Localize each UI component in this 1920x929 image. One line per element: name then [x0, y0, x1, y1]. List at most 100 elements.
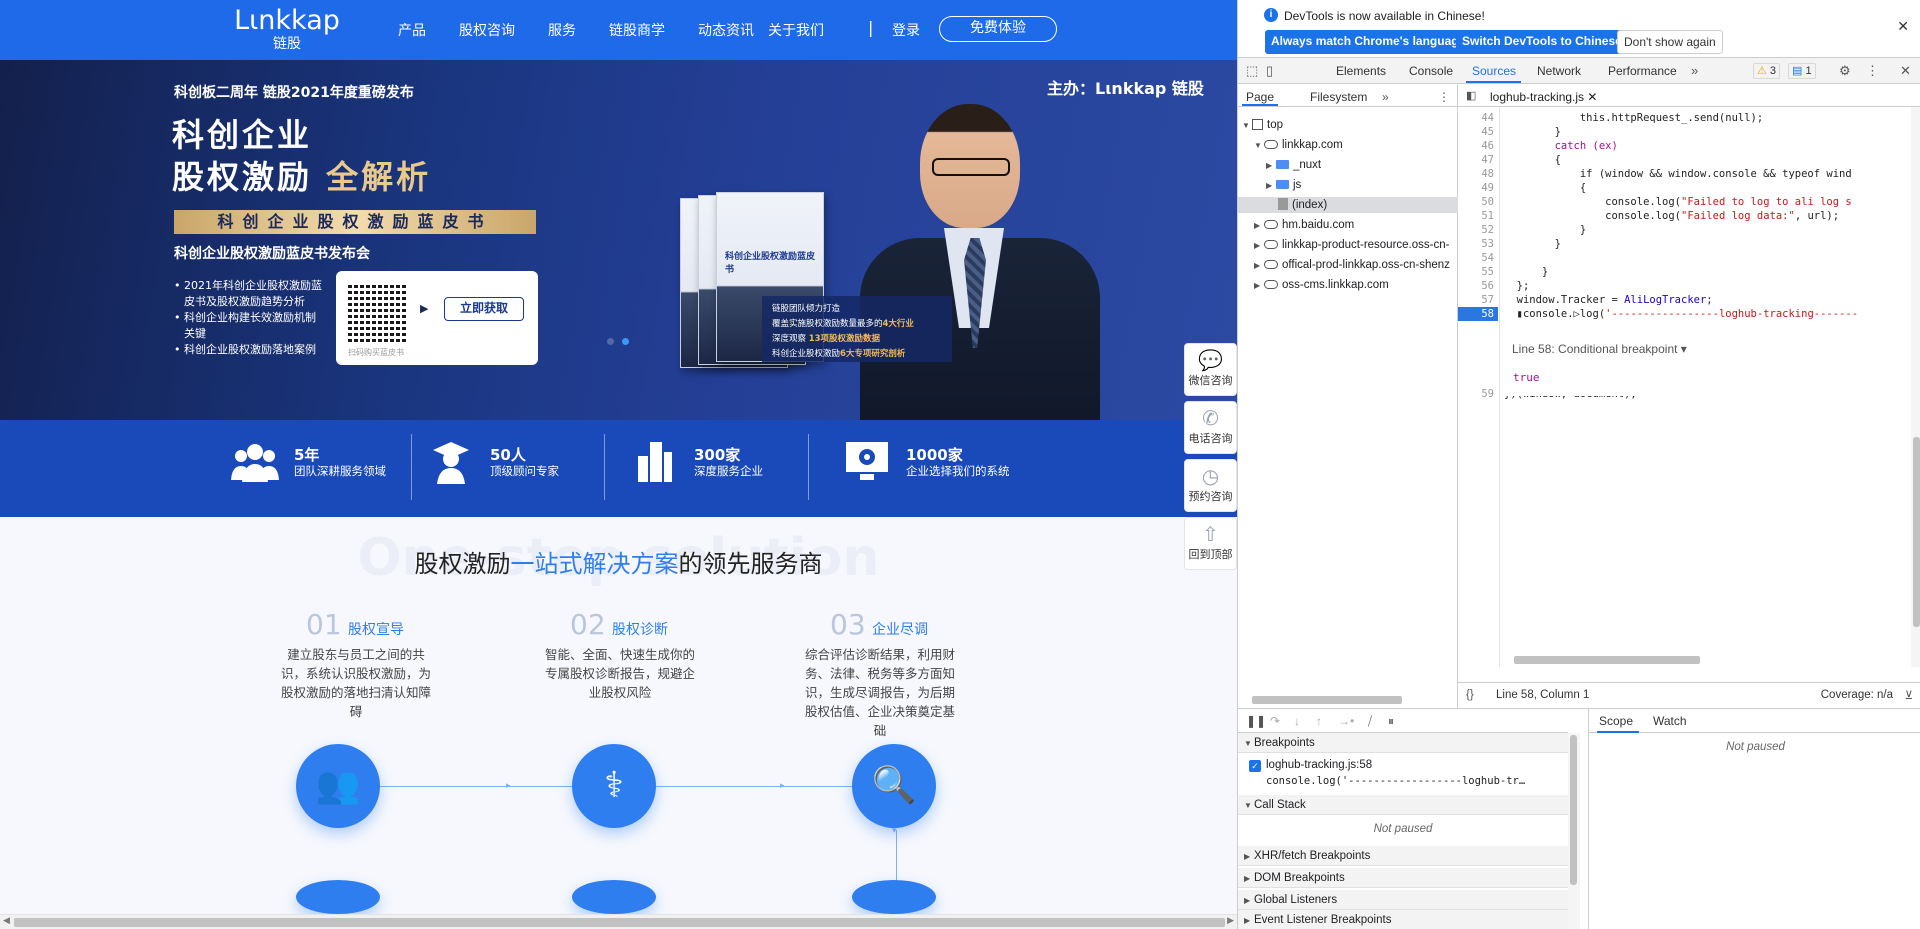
nav-item-about[interactable]: 关于我们 — [768, 20, 824, 40]
step-out-icon[interactable]: ↑ — [1316, 714, 1322, 728]
line-number[interactable]: 59 — [1458, 387, 1494, 401]
device-toolbar-icon[interactable]: ▯ — [1266, 63, 1273, 79]
switch-to-chinese-button[interactable]: Switch DevTools to Chinese — [1456, 30, 1628, 54]
scroll-thumb[interactable] — [14, 918, 1225, 927]
tree-item-folder[interactable]: ▶ js — [1238, 177, 1458, 193]
tree-item-domain[interactable]: ▼ linkkap.com — [1238, 137, 1458, 153]
event-listener-breakpoints-section-header[interactable]: ▶ Event Listener Breakpoints — [1238, 910, 1568, 929]
tab-sources[interactable]: Sources — [1472, 64, 1516, 78]
scroll-right-icon[interactable]: ▶ — [1227, 916, 1234, 926]
step-over-icon[interactable]: ↷ — [1270, 714, 1280, 728]
phone-consult-button[interactable]: ✆ 电话咨询 — [1184, 401, 1237, 454]
tree-item-domain[interactable]: ▶ linkkap-product-resource.oss-cn- — [1238, 237, 1458, 253]
page-horizontal-scrollbar[interactable]: ◀ ▶ — [0, 914, 1237, 929]
scroll-left-icon[interactable]: ◀ — [3, 916, 10, 926]
coverage-icon[interactable]: ⊻ — [1905, 688, 1913, 702]
tree-item-folder[interactable]: ▶ _nuxt — [1238, 157, 1458, 173]
always-match-language-button[interactable]: Always match Chrome's language — [1265, 30, 1472, 54]
dont-show-again-button[interactable]: Don't show again — [1617, 30, 1723, 54]
toggle-navigator-icon[interactable]: ◧ — [1466, 89, 1476, 102]
site-logo[interactable]: Lιnkkap 链股 — [232, 6, 342, 53]
line-number[interactable]: 46 — [1458, 139, 1494, 153]
breakpoints-section-header[interactable]: ▼ Breakpoints — [1238, 733, 1568, 753]
line-number[interactable]: 53 — [1458, 237, 1494, 251]
tab-filesystem[interactable]: Filesystem — [1310, 90, 1367, 104]
line-number[interactable]: 44 — [1458, 111, 1494, 125]
call-stack-section-header[interactable]: ▼ Call Stack — [1238, 795, 1568, 815]
pause-icon[interactable]: ❚❚ — [1246, 714, 1266, 728]
close-tab-icon[interactable]: ✕ — [1587, 90, 1597, 104]
editor-vertical-scrollbar[interactable] — [1911, 107, 1920, 667]
line-number-gutter[interactable]: 44 45 46 47 48 49 50 51 52 53 54 55 56 5… — [1458, 107, 1500, 667]
nav-item-product[interactable]: 产品 — [398, 20, 426, 40]
more-tabs-icon[interactable]: » — [1691, 63, 1698, 78]
debugger-scrollbar[interactable] — [1568, 733, 1580, 929]
scroll-thumb[interactable] — [1252, 696, 1402, 704]
pretty-print-icon[interactable]: {} — [1466, 689, 1474, 701]
messages-badge[interactable]: ▤ 1 — [1788, 63, 1816, 79]
tree-item-file[interactable]: (index) — [1238, 197, 1458, 213]
line-number[interactable]: 52 — [1458, 223, 1494, 237]
more-tabs-icon[interactable]: » — [1382, 90, 1389, 104]
global-listeners-section-header[interactable]: ▶ Global Listeners — [1238, 890, 1568, 910]
appointment-button[interactable]: ◷ 预约咨询 — [1184, 459, 1237, 512]
tree-item-top[interactable]: ▼ top — [1238, 117, 1458, 133]
tab-elements[interactable]: Elements — [1336, 64, 1386, 78]
hero-banner[interactable]: 科创板二周年 链股2021年度重磅发布 主办：Lιnkkap 链股 科创企业 股… — [0, 60, 1237, 420]
warnings-badge[interactable]: ⚠ 3 — [1753, 63, 1781, 79]
condition-input[interactable]: true — [1508, 366, 1908, 388]
inspect-element-icon[interactable]: ⬚ — [1246, 63, 1258, 79]
breakpoint-item[interactable]: ✓ loghub-tracking.js:58 console.log('---… — [1238, 755, 1568, 793]
line-number[interactable]: 51 — [1458, 209, 1494, 223]
get-now-button[interactable]: 立即获取 — [444, 297, 524, 321]
navigator-scrollbar[interactable] — [1238, 693, 1458, 707]
editor-horizontal-scrollbar[interactable] — [1500, 653, 1911, 667]
deactivate-breakpoints-icon[interactable]: ⧸ — [1368, 714, 1372, 729]
line-number[interactable]: 47 — [1458, 153, 1494, 167]
more-options-icon[interactable]: ⋮ — [1866, 63, 1879, 79]
nav-item-equity-consulting[interactable]: 股权咨询 — [459, 20, 515, 40]
close-devtools-icon[interactable]: ✕ — [1900, 63, 1911, 79]
step-into-icon[interactable]: ↓ — [1294, 714, 1300, 728]
close-icon[interactable]: ✕ — [1897, 18, 1909, 35]
dom-breakpoints-section-header[interactable]: ▶ DOM Breakpoints — [1238, 868, 1568, 888]
file-tab-loghub-tracking[interactable]: loghub-tracking.js ✕ — [1490, 90, 1597, 104]
tab-performance[interactable]: Performance — [1608, 64, 1677, 78]
nav-item-academy[interactable]: 链股商学 — [609, 20, 665, 40]
step-circle[interactable]: 🔍 — [852, 744, 936, 828]
line-number[interactable]: 54 — [1458, 251, 1494, 265]
step-circle[interactable]: 👥 — [296, 744, 380, 828]
nav-item-service[interactable]: 服务 — [548, 20, 576, 40]
step-icon[interactable]: →• — [1338, 714, 1354, 728]
tab-watch[interactable]: Watch — [1653, 714, 1687, 728]
carousel-dot[interactable] — [607, 338, 614, 345]
back-to-top-button[interactable]: ⇧ 回到顶部 — [1184, 517, 1237, 570]
line-number[interactable]: 50 — [1458, 195, 1494, 209]
tab-console[interactable]: Console — [1409, 64, 1453, 78]
line-number[interactable]: 56 — [1458, 279, 1494, 293]
gear-icon[interactable]: ⚙ — [1839, 63, 1851, 79]
line-number[interactable]: 55 — [1458, 265, 1494, 279]
line-number-breakpoint[interactable]: 58 — [1458, 307, 1498, 321]
step-circle[interactable]: ⚕ — [572, 744, 656, 828]
scroll-thumb[interactable] — [1913, 437, 1920, 627]
scroll-thumb[interactable] — [1514, 656, 1700, 664]
line-number[interactable]: 49 — [1458, 181, 1494, 195]
line-number[interactable]: 48 — [1458, 167, 1494, 181]
free-trial-button[interactable]: 免费体验 — [939, 16, 1057, 42]
carousel-dot-active[interactable] — [622, 338, 629, 345]
tab-page[interactable]: Page — [1246, 90, 1274, 104]
breakpoint-checkbox[interactable]: ✓ — [1249, 760, 1261, 772]
conditional-breakpoint-label[interactable]: Line 58: Conditional breakpoint ▾ — [1512, 342, 1687, 356]
line-number[interactable]: 57 — [1458, 293, 1494, 307]
line-number[interactable]: 45 — [1458, 125, 1494, 139]
login-link[interactable]: 登录 — [892, 20, 920, 40]
tree-item-domain[interactable]: ▶ hm.baidu.com — [1238, 217, 1458, 233]
tree-item-domain[interactable]: ▶ oss-cms.linkkap.com — [1238, 277, 1458, 293]
tab-network[interactable]: Network — [1537, 64, 1581, 78]
more-options-icon[interactable]: ⋮ — [1438, 90, 1450, 104]
tab-scope[interactable]: Scope — [1599, 714, 1633, 728]
scroll-thumb[interactable] — [1570, 735, 1577, 885]
tree-item-domain[interactable]: ▶ offical-prod-linkkap.oss-cn-shenz — [1238, 257, 1458, 273]
xhr-breakpoints-section-header[interactable]: ▶ XHR/fetch Breakpoints — [1238, 846, 1568, 866]
